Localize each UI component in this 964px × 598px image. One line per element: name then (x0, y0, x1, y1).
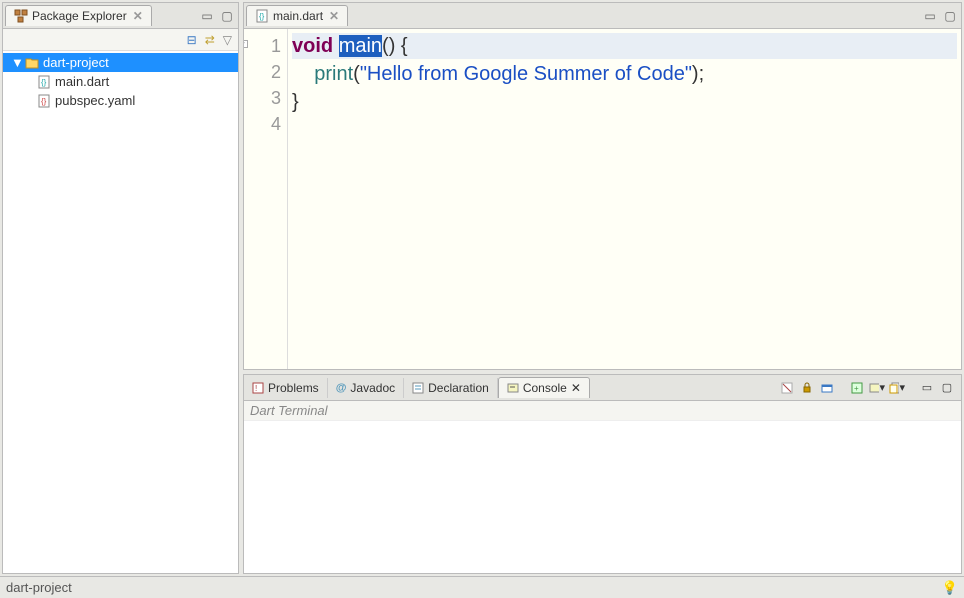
problems-tab[interactable]: ! Problems (244, 378, 328, 398)
file-node[interactable]: {} main.dart (3, 72, 238, 91)
display-selected-icon[interactable]: ▾ (869, 380, 885, 396)
code-area[interactable]: void main() { print("Hello from Google S… (288, 29, 961, 369)
package-explorer-panel: Package Explorer ✕ ▭ ▢ ⊟ ⇄ ▽ ▼ dart-proj… (2, 2, 239, 574)
javadoc-label: Javadoc (350, 381, 395, 395)
editor-tab[interactable]: {} main.dart ✕ (246, 5, 348, 26)
maximize-icon[interactable]: ▢ (939, 380, 955, 396)
package-explorer-tree[interactable]: ▼ dart-project {} main.dart {} pubspec.y… (3, 51, 238, 573)
minimize-icon[interactable]: ▭ (923, 9, 937, 23)
declaration-label: Declaration (428, 381, 489, 395)
right-panel: {} main.dart ✕ ▭ ▢ -1 2 3 4 void main() … (243, 2, 962, 574)
dart-file-icon: {} (37, 75, 51, 89)
svg-text:!: ! (255, 384, 257, 393)
collapse-all-icon[interactable]: ⊟ (187, 33, 197, 47)
console-output[interactable] (244, 421, 961, 573)
problems-icon: ! (252, 382, 264, 394)
clear-console-icon[interactable] (779, 380, 795, 396)
close-icon[interactable]: ✕ (329, 9, 339, 23)
tip-icon[interactable]: 💡 (942, 580, 958, 596)
folder-icon (25, 57, 39, 69)
pin-console-icon[interactable] (819, 380, 835, 396)
console-panel: ! Problems @ Javadoc Declaration (243, 374, 962, 574)
dart-file-icon: {} (255, 9, 269, 23)
gutter: -1 2 3 4 (244, 29, 288, 369)
editor-controls: ▭ ▢ (923, 9, 957, 23)
link-editor-icon[interactable]: ⇄ (205, 33, 215, 47)
selection: main (339, 35, 382, 57)
svg-text:{}: {} (259, 12, 265, 21)
package-explorer-toolbar: ⊟ ⇄ ▽ (3, 29, 238, 51)
yaml-file-icon: {} (37, 94, 51, 108)
console-toolbar: + ▾ ▾ ▭ ▢ (779, 380, 961, 396)
minimize-icon[interactable]: ▭ (919, 380, 935, 396)
problems-label: Problems (268, 381, 319, 395)
new-console-icon[interactable]: ▾ (889, 380, 905, 396)
project-name: dart-project (43, 55, 109, 70)
console-tab[interactable]: Console ✕ (498, 377, 590, 398)
views-tabbar: ! Problems @ Javadoc Declaration (244, 375, 961, 401)
package-explorer-icon (14, 9, 28, 23)
console-icon (507, 382, 519, 394)
javadoc-tab[interactable]: @ Javadoc (328, 378, 404, 398)
close-icon[interactable]: ✕ (571, 381, 581, 395)
editor-area[interactable]: -1 2 3 4 void main() { print("Hello from… (244, 29, 961, 369)
console-title: Dart Terminal (244, 401, 961, 421)
line-number: 3 (244, 85, 281, 111)
package-explorer-tabbar: Package Explorer ✕ ▭ ▢ (3, 3, 238, 29)
file-name: pubspec.yaml (55, 93, 135, 108)
maximize-icon[interactable]: ▢ (943, 9, 957, 23)
file-name: main.dart (55, 74, 109, 89)
package-explorer-tab[interactable]: Package Explorer ✕ (5, 5, 152, 26)
scroll-lock-icon[interactable] (799, 380, 815, 396)
declaration-tab[interactable]: Declaration (404, 378, 498, 398)
editor-panel: {} main.dart ✕ ▭ ▢ -1 2 3 4 void main() … (243, 2, 962, 370)
javadoc-icon: @ (336, 382, 347, 394)
minimize-icon[interactable]: ▭ (200, 9, 214, 23)
line-number: 2 (244, 59, 281, 85)
declaration-icon (412, 382, 424, 394)
svg-text:{}: {} (41, 97, 47, 106)
fold-icon[interactable]: - (244, 40, 248, 48)
statusbar: dart-project 💡 (0, 576, 964, 598)
package-explorer-title: Package Explorer (32, 9, 127, 23)
open-console-icon[interactable]: + (849, 380, 865, 396)
maximize-icon[interactable]: ▢ (220, 9, 234, 23)
svg-text:{}: {} (41, 78, 47, 87)
package-explorer-controls: ▭ ▢ (200, 9, 234, 23)
statusbar-project: dart-project (6, 580, 72, 595)
current-line: void main() { (292, 33, 957, 59)
close-icon[interactable]: ✕ (133, 9, 143, 23)
view-menu-icon[interactable]: ▽ (223, 33, 232, 47)
line-number: 4 (244, 111, 281, 137)
editor-tab-label: main.dart (273, 9, 323, 23)
expander-icon[interactable]: ▼ (11, 55, 21, 70)
editor-tabbar: {} main.dart ✕ ▭ ▢ (244, 3, 961, 29)
file-node[interactable]: {} pubspec.yaml (3, 91, 238, 110)
line-number: -1 (244, 33, 281, 59)
console-label: Console (523, 381, 567, 395)
svg-text:+: + (854, 384, 859, 393)
project-node[interactable]: ▼ dart-project (3, 53, 238, 72)
workspace: Package Explorer ✕ ▭ ▢ ⊟ ⇄ ▽ ▼ dart-proj… (0, 0, 964, 576)
